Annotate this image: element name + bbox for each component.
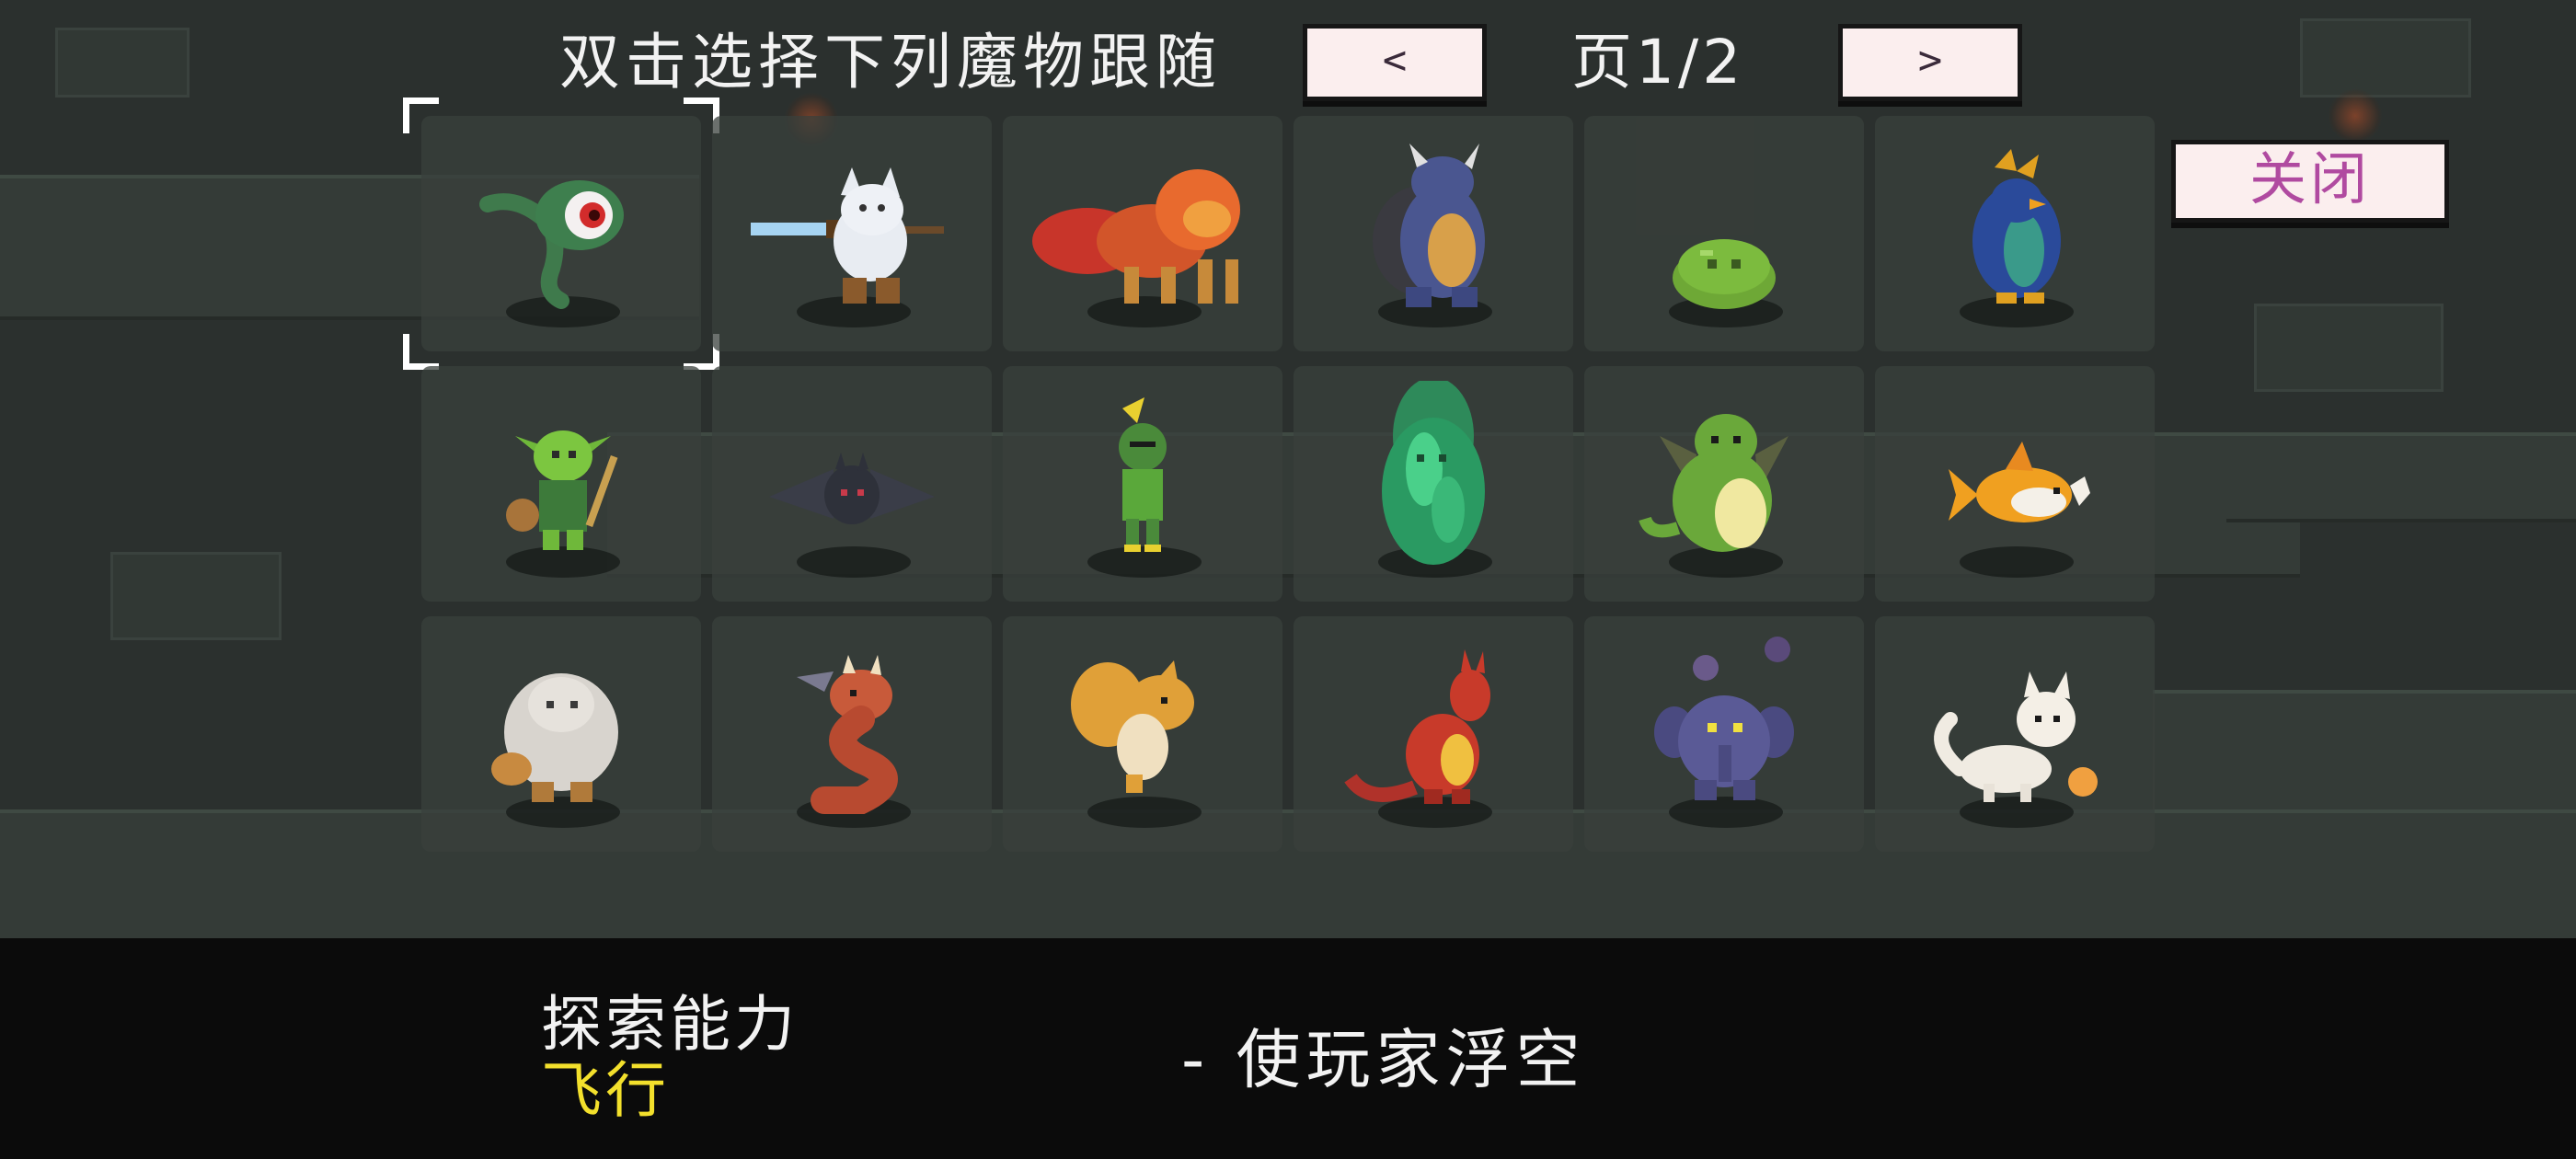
penguin-mage-icon (1972, 149, 2061, 304)
monster-slot-cat-swordsman[interactable] (712, 116, 992, 351)
monster-slot-spirit-tree[interactable] (1294, 366, 1573, 602)
monster-slot-green-dragon[interactable] (1584, 366, 1864, 602)
monster-slot-slime[interactable] (1584, 116, 1864, 351)
monster-slot-penguin-mage[interactable] (1875, 116, 2155, 351)
turtle-dragon-icon (1373, 143, 1485, 307)
goldfish-icon (1949, 442, 2090, 522)
kangaroo-icon (1344, 649, 1490, 804)
squirrel-icon (1071, 660, 1194, 793)
monster-slot-yeti[interactable] (421, 616, 701, 852)
monster-slot-turtle-dragon[interactable] (1294, 116, 1573, 351)
prev-page-button[interactable]: < (1303, 24, 1487, 101)
green-knight-icon (1119, 397, 1167, 552)
monster-slot-goblin[interactable] (421, 366, 701, 602)
page-title: 双击选择下列魔物跟随 (559, 27, 1222, 98)
monster-slot-kangaroo[interactable] (1294, 616, 1573, 852)
goblin-icon (506, 430, 618, 550)
monster-slot-red-serpent[interactable] (712, 616, 992, 852)
cat-swordsman-icon (751, 167, 944, 304)
monster-slot-elephant[interactable] (1584, 616, 1864, 852)
monster-grid (403, 98, 2155, 852)
monster-slot-white-cat[interactable] (1875, 616, 2155, 852)
white-cat-icon (1934, 671, 2098, 802)
elephant-icon (1654, 637, 1794, 800)
monster-slot-green-knight[interactable] (1003, 366, 1282, 602)
close-button[interactable]: 关闭 (2171, 140, 2449, 223)
green-dragon-icon (1639, 414, 1788, 552)
next-page-button[interactable]: > (1838, 24, 2022, 101)
ability-name: 飞行 (541, 1055, 670, 1126)
yeti-icon (491, 673, 618, 802)
monster-slot-squirrel[interactable] (1003, 616, 1282, 852)
red-serpent-icon (797, 655, 898, 814)
bat-icon (769, 453, 935, 524)
page-indicator: 页1/2 (1571, 27, 1745, 98)
monster-slot-goldfish[interactable] (1875, 366, 2155, 602)
slime-icon (1673, 239, 1776, 309)
monster-slot-fire-lion[interactable] (1003, 116, 1282, 351)
ability-description: - 使玩家浮空 (1181, 1022, 1586, 1097)
monster-slot-bat[interactable] (712, 366, 992, 602)
spirit-tree-icon (1382, 381, 1485, 565)
fire-lion-icon (1032, 169, 1240, 304)
monster-slot-eyeball[interactable] (403, 98, 719, 370)
eyeball-tadpole-icon (479, 180, 624, 309)
